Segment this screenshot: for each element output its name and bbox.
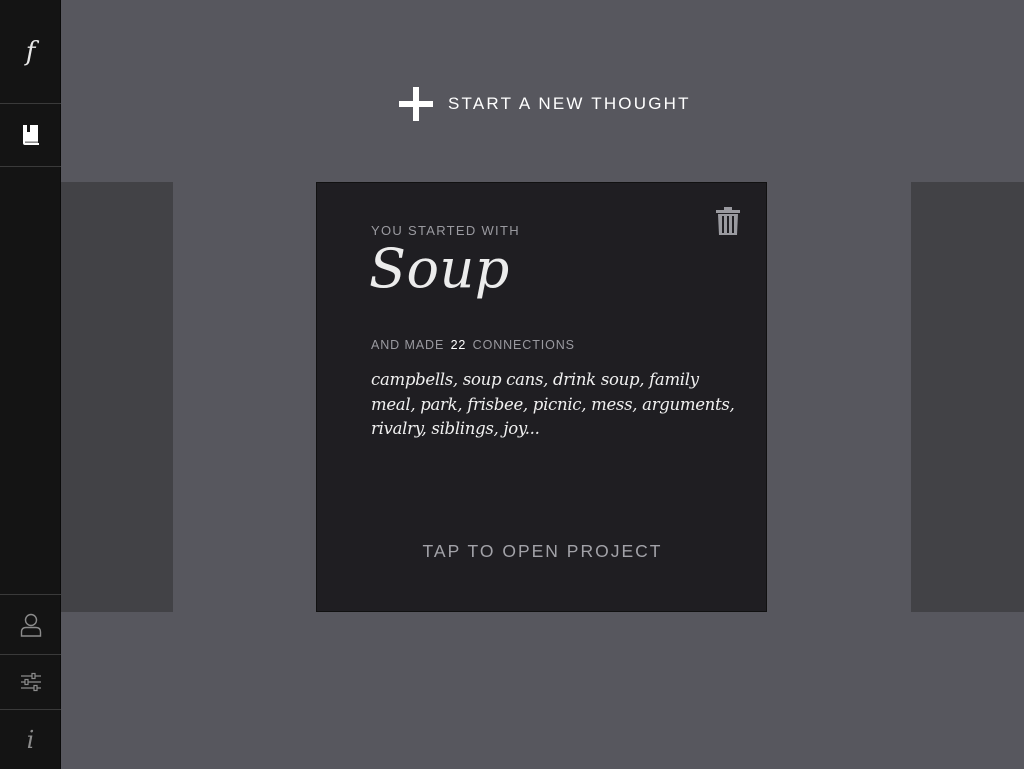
logo-glyph: f: [25, 36, 36, 67]
project-card[interactable]: YOU STARTED WITH Soup AND MADE 22 CONNEC…: [316, 182, 767, 612]
next-project-card[interactable]: [911, 182, 1024, 612]
start-new-thought-label: START A NEW THOUGHT: [448, 94, 691, 113]
start-new-thought-button[interactable]: START A NEW THOUGHT: [399, 86, 691, 122]
sidebar-item-account[interactable]: [0, 595, 61, 654]
sliders-icon: [20, 672, 41, 692]
book-icon: [22, 125, 39, 145]
previous-project-card[interactable]: [61, 182, 173, 612]
made-prefix: AND MADE: [371, 338, 445, 352]
sidebar: f i: [0, 0, 61, 769]
connections-summary: AND MADE 22 CONNECTIONS: [371, 338, 575, 352]
sidebar-item-info[interactable]: i: [0, 710, 61, 769]
project-title: Soup: [369, 237, 510, 300]
made-suffix: CONNECTIONS: [472, 338, 575, 352]
open-project-button[interactable]: TAP TO OPEN PROJECT: [317, 541, 768, 562]
sidebar-item-settings[interactable]: [0, 655, 61, 709]
connection-count: 22: [450, 338, 467, 352]
sidebar-item-projects[interactable]: [0, 104, 61, 166]
connections-list: campbells, soup cans, drink soup, family…: [371, 370, 735, 438]
user-icon: [20, 613, 41, 637]
started-with-label: YOU STARTED WITH: [371, 223, 520, 238]
sidebar-divider: [0, 166, 61, 167]
app-logo[interactable]: f: [0, 0, 61, 103]
info-icon: i: [26, 725, 35, 754]
plus-icon: [399, 87, 433, 121]
trash-icon[interactable]: [715, 206, 741, 236]
